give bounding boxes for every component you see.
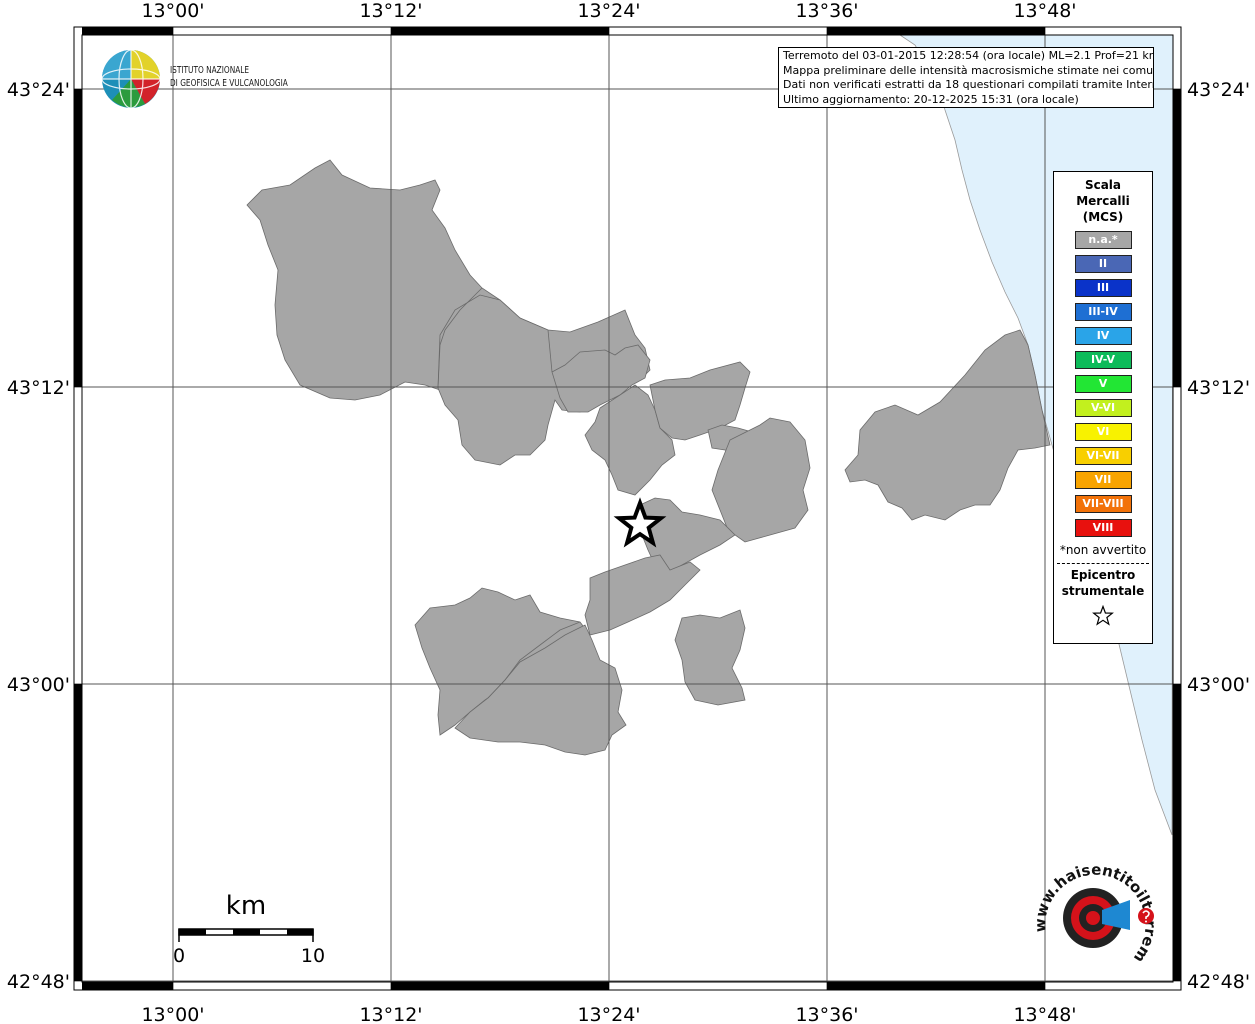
lon-label-top: 13°00' [141, 0, 204, 22]
lat-label-left: 43°12' [7, 377, 70, 399]
latitude-labels-right: 43°24' 43°12' 43°00' 42°48' [1187, 79, 1250, 993]
lon-label-top: 13°24' [577, 0, 640, 22]
lon-label-top: 13°48' [1013, 0, 1076, 22]
legend-item: V-VI [1074, 399, 1132, 417]
lat-label-right: 42°48' [1187, 971, 1250, 993]
lat-label-left: 43°24' [7, 79, 70, 101]
earthquake-info-box: Terremoto del 03-01-2015 12:28:54 (ora l… [778, 47, 1154, 108]
hsit-logo: www.haisentitoilterremoto.it [1025, 848, 1170, 977]
longitude-labels-top: 13°00' 13°12' 13°24' 13°36' 13°48' [141, 0, 1076, 22]
legend-item: VIII [1074, 519, 1132, 537]
lon-label-bottom: 13°24' [577, 1004, 640, 1024]
legend-item: VI-VII [1074, 447, 1132, 465]
legend-title-line3: (MCS) [1082, 210, 1124, 224]
mcs-legend: Scala Mercalli (MCS) n.a.* II III III-IV IV I… [1053, 171, 1153, 644]
latitude-labels-left: 43°24' 43°12' 43°00' 42°48' [7, 79, 70, 993]
legend-item: V [1074, 375, 1132, 393]
lat-label-right: 43°00' [1187, 674, 1250, 696]
lat-label-right: 43°24' [1187, 79, 1250, 101]
legend-separator [1057, 563, 1149, 564]
legend-item: III-IV [1074, 303, 1132, 321]
ingv-logo: ISTITUTO NAZIONALE DI GEOFISICA E VULCAN… [100, 48, 310, 110]
legend-item: II [1074, 255, 1132, 273]
legend-star-icon [1092, 604, 1114, 626]
legend-note: *non avvertito [1059, 543, 1147, 557]
legend-item: VII-VIII [1074, 495, 1132, 513]
legend-epicenter-line2: strumentale [1061, 584, 1145, 598]
hsit-target-icon: www.haisentitoilterremoto.it [1025, 848, 1160, 966]
legend-item: IV [1074, 327, 1132, 345]
legend-item: III [1074, 279, 1132, 297]
scale-bar-max: 10 [301, 945, 325, 967]
lon-label-bottom: 13°12' [359, 1004, 422, 1024]
ingv-name-line1: ISTITUTO NAZIONALE [170, 65, 250, 76]
legend-title-line1: Scala [1084, 178, 1122, 192]
legend-title-line2: Mercalli [1076, 194, 1130, 208]
lon-label-bottom: 13°36' [795, 1004, 858, 1024]
info-line-updated: Ultimo aggiornamento: 20-12-2025 15:31 (… [783, 92, 1079, 106]
lon-label-bottom: 13°48' [1013, 1004, 1076, 1024]
legend-epicenter-line1: Epicentro [1070, 568, 1136, 582]
scale-bar-min: 0 [173, 945, 185, 967]
longitude-labels-bottom: 13°00' 13°12' 13°24' 13°36' 13°48' [141, 1004, 1076, 1024]
legend-item: VII [1074, 471, 1132, 489]
legend-item: VI [1074, 423, 1132, 441]
info-line-event: Terremoto del 03-01-2015 12:28:54 (ora l… [783, 49, 1154, 62]
legend-item: n.a.* [1074, 231, 1132, 249]
lat-label-left: 43°00' [7, 674, 70, 696]
ingv-globe-icon [101, 49, 161, 109]
legend-items: n.a.* II III III-IV IV IV-V V V-VI VI VI-VII VII VI… [1054, 231, 1152, 537]
ingv-name-line2: DI GEOFISICA E VULCANOLOGIA [170, 78, 288, 89]
lat-label-right: 43°12' [1187, 377, 1250, 399]
scale-bar-unit: km [226, 891, 266, 921]
lon-label-top: 13°12' [359, 0, 422, 22]
lat-label-left: 42°48' [7, 971, 70, 993]
legend-item: IV-V [1074, 351, 1132, 369]
info-line-map: Mappa preliminare delle intensità macros… [783, 63, 1154, 77]
lon-label-top: 13°36' [795, 0, 858, 22]
info-line-data: Dati non verificati estratti da 18 quest… [783, 78, 1154, 91]
lon-label-bottom: 13°00' [141, 1004, 204, 1024]
